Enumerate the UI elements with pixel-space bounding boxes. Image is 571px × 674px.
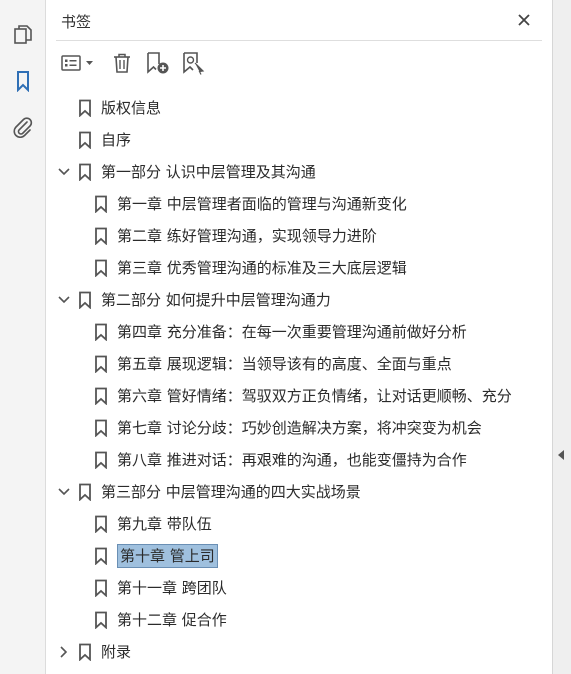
bookmark-label: 附录: [101, 643, 132, 661]
bookmark-label: 第二部分 如何提升中层管理沟通力: [101, 291, 331, 309]
bookmark-row[interactable]: 第一章 中层管理者面临的管理与沟通新变化: [46, 188, 552, 220]
bookmark-row[interactable]: 第三部分 中层管理沟通的四大实战场景: [46, 476, 552, 508]
attachment-icon[interactable]: [8, 112, 38, 142]
bookmark-row[interactable]: 版权信息: [46, 92, 552, 124]
bookmark-row[interactable]: 第七章 讨论分歧：巧妙创造解决方案，将冲突变为机会: [46, 412, 552, 444]
bookmark-icon: [94, 387, 108, 406]
right-panel-rail: [552, 0, 571, 674]
bookmark-icon: [94, 547, 108, 566]
bookmark-label: 版权信息: [101, 99, 162, 117]
bookmark-icon: [94, 419, 108, 438]
chevron-right-icon[interactable]: [58, 645, 70, 659]
bookmark-icon[interactable]: [8, 66, 38, 96]
bookmark-label: 自序: [101, 131, 132, 149]
bookmark-label: 第二章 练好管理沟通，实现领导力进阶: [117, 227, 377, 245]
bookmark-row[interactable]: 第五章 展现逻辑：当领导该有的高度、全面与重点: [46, 348, 552, 380]
bookmark-toolbar: [46, 41, 552, 85]
bookmark-icon: [94, 195, 108, 214]
panel-header: 书签: [46, 0, 552, 40]
bookmark-row[interactable]: 第十二章 促合作: [46, 604, 552, 636]
bookmark-icon: [94, 611, 108, 630]
bookmark-icon: [94, 451, 108, 470]
bookmark-label: 第一部分 认识中层管理及其沟通: [101, 163, 316, 181]
delete-icon[interactable]: [110, 49, 134, 77]
bookmark-from-selection-icon[interactable]: [180, 49, 208, 77]
bookmark-tree: 版权信息自序第一部分 认识中层管理及其沟通第一章 中层管理者面临的管理与沟通新变…: [46, 92, 552, 668]
bookmark-label: 第三部分 中层管理沟通的四大实战场景: [101, 483, 361, 501]
bookmark-row[interactable]: 第三章 优秀管理沟通的标准及三大底层逻辑: [46, 252, 552, 284]
bookmark-row[interactable]: 第二章 练好管理沟通，实现领导力进阶: [46, 220, 552, 252]
bookmark-label: 第一章 中层管理者面临的管理与沟通新变化: [117, 195, 407, 213]
bookmark-label: 第十一章 跨团队: [117, 579, 227, 597]
bookmark-icon: [78, 163, 92, 182]
bookmark-row[interactable]: 第四章 充分准备：在每一次重要管理沟通前做好分析: [46, 316, 552, 348]
bookmark-label: 第六章 管好情绪：驾驭双方正负情绪，让对话更顺畅、充分: [117, 387, 512, 405]
bookmark-label: 第八章 推进对话：再艰难的沟通，也能变僵持为合作: [117, 451, 467, 469]
bookmark-icon: [94, 579, 108, 598]
bookmark-label: 第五章 展现逻辑：当领导该有的高度、全面与重点: [117, 355, 452, 373]
left-navigation-rail: [0, 0, 46, 674]
bookmark-icon: [78, 131, 92, 150]
bookmark-label: 第十章 管上司: [117, 544, 218, 568]
bookmark-label: 第七章 讨论分歧：巧妙创造解决方案，将冲突变为机会: [117, 419, 482, 437]
pages-icon[interactable]: [8, 20, 38, 50]
bookmark-icon: [78, 291, 92, 310]
bookmark-icon: [94, 323, 108, 342]
bookmark-icon: [94, 259, 108, 278]
bookmark-label: 第十二章 促合作: [117, 611, 227, 629]
chevron-down-icon[interactable]: [58, 485, 70, 499]
bookmark-icon: [94, 515, 108, 534]
bookmark-label: 第四章 充分准备：在每一次重要管理沟通前做好分析: [117, 323, 467, 341]
bookmark-label: 第三章 优秀管理沟通的标准及三大底层逻辑: [117, 259, 407, 277]
collapse-panel-icon[interactable]: [558, 450, 564, 460]
bookmark-icon: [78, 643, 92, 662]
bookmark-icon: [78, 483, 92, 502]
bookmark-row[interactable]: 附录: [46, 636, 552, 668]
bookmark-row[interactable]: 第二部分 如何提升中层管理沟通力: [46, 284, 552, 316]
new-bookmark-icon[interactable]: [144, 49, 172, 77]
bookmark-row[interactable]: 第八章 推进对话：再艰难的沟通，也能变僵持为合作: [46, 444, 552, 476]
bookmark-row[interactable]: 第十章 管上司: [46, 540, 552, 572]
bookmark-row[interactable]: 第九章 带队伍: [46, 508, 552, 540]
bookmark-row[interactable]: 第十一章 跨团队: [46, 572, 552, 604]
close-icon[interactable]: [512, 8, 536, 32]
bookmark-row[interactable]: 自序: [46, 124, 552, 156]
chevron-down-icon[interactable]: [58, 165, 70, 179]
options-menu-icon[interactable]: [60, 49, 98, 77]
panel-title: 书签: [61, 13, 92, 31]
chevron-down-icon[interactable]: [58, 293, 70, 307]
bookmark-label: 第九章 带队伍: [117, 515, 212, 533]
bookmark-icon: [78, 99, 92, 118]
bookmark-row[interactable]: 第一部分 认识中层管理及其沟通: [46, 156, 552, 188]
bookmark-icon: [94, 227, 108, 246]
bookmark-icon: [94, 355, 108, 374]
bookmarks-panel: 书签 版权信息 自序 第一部分 认识中层管理及其沟通 第一章 中层管理者面临的管…: [46, 0, 552, 674]
bookmark-row[interactable]: 第六章 管好情绪：驾驭双方正负情绪，让对话更顺畅、充分: [46, 380, 552, 412]
